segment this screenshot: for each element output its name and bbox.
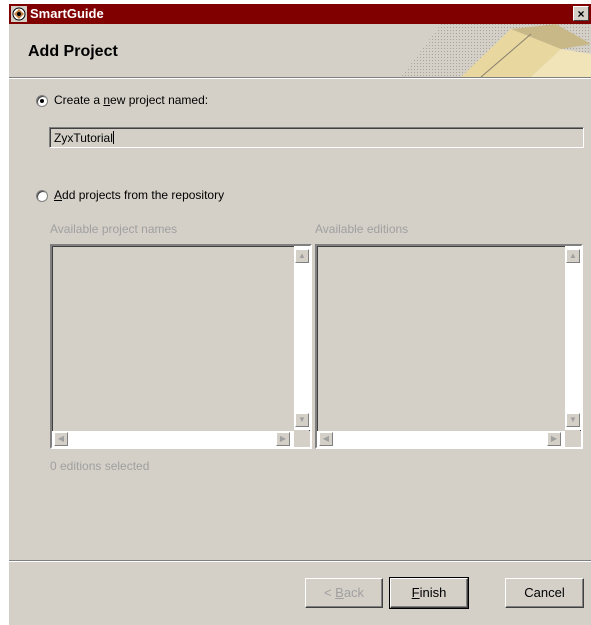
scrollbar-corner [565,431,581,447]
project-name-input[interactable]: ZyxTutorial [49,127,584,148]
add-from-repository-label[interactable]: Add projects from the repository [54,188,224,202]
scroll-left-icon[interactable]: ◀ [54,432,68,446]
editions-selected-status: 0 editions selected [50,459,150,473]
wizard-header: Add Project [9,24,591,77]
scroll-up-icon[interactable]: ▲ [295,249,309,263]
editions-vscrollbar[interactable]: ▲ ▼ [565,246,581,430]
close-icon: × [577,7,585,21]
finish-label-mnemonic: F [411,585,420,600]
create-new-project-radio[interactable] [36,95,48,107]
repo-label-part2: dd projects from the repository [62,188,225,202]
page-title: Add Project [28,43,118,60]
cancel-button[interactable]: Cancel [505,578,584,608]
available-editions-label: Available editions [315,222,409,236]
text-caret [112,131,114,144]
back-label-mnemonic: B [335,585,344,600]
back-label-part1: < [323,585,336,600]
project-names-vscrollbar[interactable]: ▲ ▼ [294,246,310,430]
title-bar[interactable]: SmartGuide × [9,4,591,24]
scroll-left-icon[interactable]: ◀ [319,432,333,446]
footer-divider [9,560,591,562]
close-button[interactable]: × [573,6,589,21]
finish-label-part2: inish [419,585,447,600]
scroll-down-icon[interactable]: ▼ [566,413,580,427]
smartguide-window: SmartGuide × Add Project Create a new pr… [9,4,591,625]
create-new-project-label[interactable]: Create a new project named: [54,93,208,107]
smartguide-app-icon [11,6,27,22]
repo-label-mnemonic: A [54,188,63,202]
finish-button[interactable]: Finish [389,577,469,609]
scroll-right-icon[interactable]: ▶ [547,432,561,446]
scroll-right-icon[interactable]: ▶ [276,432,290,446]
project-name-value: ZyxTutorial [54,131,114,145]
editions-hscrollbar[interactable]: ◀ ▶ [317,431,565,447]
project-names-hscrollbar[interactable]: ◀ ▶ [52,431,294,447]
project-name-text: ZyxTutorial [54,131,113,145]
window-title: SmartGuide [30,6,104,21]
create-label-part1: Create a [54,93,104,107]
scrollbar-corner [294,431,310,447]
back-label-part2: ack [343,585,365,600]
header-decoration-image [381,24,591,77]
editions-listbox[interactable]: ▲ ▼ ◀ ▶ [315,244,583,449]
available-project-names-label: Available project names [50,222,178,236]
header-divider [9,77,591,79]
create-label-part2: ew project named: [110,93,209,107]
add-from-repository-radio[interactable] [36,190,48,202]
project-names-listbox[interactable]: ▲ ▼ ◀ ▶ [50,244,312,449]
scroll-up-icon[interactable]: ▲ [566,249,580,263]
scroll-down-icon[interactable]: ▼ [295,413,309,427]
back-button[interactable]: < Back [305,578,383,608]
